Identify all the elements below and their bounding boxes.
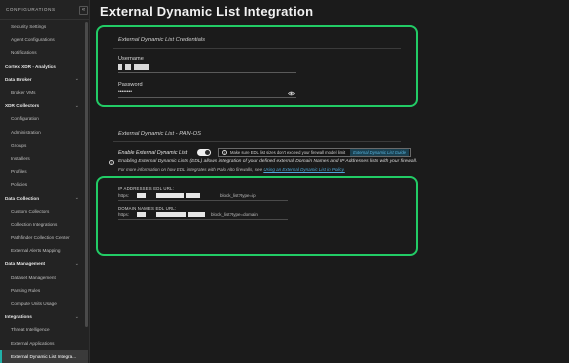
edl-policy-link[interactable]: Using an External Dynamic List in Policy… bbox=[263, 167, 344, 172]
sidebar-item-external-dynamic-list-integra[interactable]: External Dynamic List Integra... bbox=[0, 349, 88, 363]
sidebar-item-pathfinder-collection-center[interactable]: Pathfinder Collection Center bbox=[0, 231, 88, 244]
chevron-down-icon: ⌄ bbox=[74, 102, 79, 109]
main-content: External Dynamic List Integration Extern… bbox=[90, 0, 569, 363]
sidebar-item-label: XDR Collectors bbox=[5, 103, 40, 109]
toggle-knob bbox=[205, 150, 210, 155]
edl-size-tip: i Make sure EDL list sizes don't exceed … bbox=[218, 148, 411, 157]
sidebar-item-label: Installers bbox=[11, 155, 30, 161]
sidebar-item-external-applications[interactable]: External Applications bbox=[0, 337, 88, 350]
divider bbox=[113, 141, 401, 142]
sidebar-item-label: Cortex XDR - Analytics bbox=[5, 63, 56, 69]
sidebar-item-installers[interactable]: Installers bbox=[0, 152, 88, 165]
sidebar-item-label: Threat Intelligence bbox=[11, 327, 50, 333]
sidebar-item-label: External Dynamic List Integra... bbox=[11, 353, 77, 359]
sidebar-item-dataset-management[interactable]: Dataset Management bbox=[0, 271, 88, 284]
sidebar-item-custom-collectors[interactable]: Custom Collectors bbox=[0, 205, 88, 218]
sidebar-item-label: Collection Integrations bbox=[11, 221, 58, 227]
sidebar-item-parsing-rules[interactable]: Parsing Rules bbox=[0, 284, 88, 297]
edl-description: Enabling External Dynamic Lists (EDL) al… bbox=[118, 159, 418, 164]
sidebar-item-configuration[interactable]: Configuration bbox=[0, 112, 88, 125]
sidebar-item-administration[interactable]: Administration bbox=[0, 126, 88, 139]
sidebar-item-profiles[interactable]: Profiles bbox=[0, 165, 88, 178]
sidebar-item-threat-intelligence[interactable]: Threat Intelligence bbox=[0, 323, 88, 336]
sidebar-item-compute-units-usage[interactable]: Compute Units Usage bbox=[0, 297, 88, 310]
sidebar-item-label: Notifications bbox=[11, 50, 37, 56]
sidebar-item-label: Configuration bbox=[11, 116, 39, 122]
sidebar-item-label: External Alerts Mapping bbox=[11, 248, 61, 254]
edl-urls-highlight bbox=[96, 176, 418, 256]
sidebar-item-label: Data Management bbox=[5, 261, 46, 267]
sidebar-item-label: Security Settings bbox=[11, 24, 47, 30]
sidebar: CONFIGURATIONS « Security Settings Agent … bbox=[0, 0, 90, 363]
chevron-down-icon: ⌄ bbox=[74, 195, 79, 202]
enable-edl-label: Enable External Dynamic List bbox=[118, 150, 188, 156]
sidebar-section-integrations[interactable]: Integrations ⌄ bbox=[0, 310, 88, 323]
sidebar-item-label: Profiles bbox=[11, 169, 27, 175]
sidebar-item-notifications[interactable]: Notifications bbox=[0, 46, 88, 59]
sidebar-item-label: Administration bbox=[11, 129, 41, 135]
sidebar-item-label: External Applications bbox=[11, 340, 55, 346]
sidebar-nav: Security Settings Agent Configurations Not… bbox=[0, 20, 88, 363]
sidebar-item-label: Integrations bbox=[5, 314, 32, 320]
sidebar-item-collection-integrations[interactable]: Collection Integrations bbox=[0, 218, 88, 231]
sidebar-item-label: Policies bbox=[11, 182, 28, 188]
chevron-down-icon: ⌄ bbox=[74, 76, 79, 83]
info-icon: i bbox=[222, 150, 227, 155]
sidebar-item-label: Parsing Rules bbox=[11, 287, 41, 293]
credentials-highlight bbox=[96, 25, 418, 107]
chevron-down-icon: ⌄ bbox=[74, 260, 79, 267]
info-icon: i bbox=[109, 160, 114, 165]
sidebar-item-label: Custom Collectors bbox=[11, 208, 50, 214]
more-info-prefix: For more information on how EDL integrat… bbox=[118, 167, 263, 172]
sidebar-header: CONFIGURATIONS bbox=[0, 0, 89, 20]
sidebar-item-label: Broker VMs bbox=[11, 90, 36, 96]
sidebar-item-label: Data Broker bbox=[5, 76, 32, 82]
sidebar-item-groups[interactable]: Groups bbox=[0, 139, 88, 152]
collapse-sidebar-button[interactable]: « bbox=[79, 6, 88, 15]
sidebar-item-external-alerts-mapping[interactable]: External Alerts Mapping bbox=[0, 244, 88, 257]
edl-guide-link[interactable]: External Dynamic List Guide bbox=[350, 149, 409, 156]
sidebar-item-agent-configurations[interactable]: Agent Configurations bbox=[0, 33, 88, 46]
sidebar-section-data-management[interactable]: Data Management ⌄ bbox=[0, 257, 88, 270]
more-info-text: For more information on how EDL integrat… bbox=[118, 167, 345, 172]
sidebar-item-security-settings[interactable]: Security Settings bbox=[0, 20, 88, 33]
sidebar-item-policies[interactable]: Policies bbox=[0, 178, 88, 191]
sidebar-item-label: Data Collection bbox=[5, 195, 40, 201]
sidebar-header-title: CONFIGURATIONS bbox=[6, 7, 56, 12]
sidebar-item-label: Groups bbox=[11, 142, 27, 148]
sidebar-item-label: Pathfinder Collection Center bbox=[11, 235, 70, 241]
sidebar-item-label: Compute Units Usage bbox=[11, 301, 57, 307]
sidebar-item-broker-vms[interactable]: Broker VMs bbox=[0, 86, 88, 99]
sidebar-section-cortex-xdr-analytics[interactable]: Cortex XDR - Analytics bbox=[0, 60, 88, 73]
sidebar-section-data-broker[interactable]: Data Broker ⌄ bbox=[0, 73, 88, 86]
pan-os-section-title: External Dynamic List - PAN-OS bbox=[118, 131, 202, 137]
enable-edl-toggle[interactable] bbox=[197, 149, 211, 156]
sidebar-section-data-collection[interactable]: Data Collection ⌄ bbox=[0, 191, 88, 204]
page-title: External Dynamic List Integration bbox=[100, 4, 314, 19]
tip-text: Make sure EDL list sizes don't exceed yo… bbox=[230, 150, 346, 155]
sidebar-section-xdr-collectors[interactable]: XDR Collectors ⌄ bbox=[0, 99, 88, 112]
sidebar-scrollbar[interactable] bbox=[85, 22, 88, 327]
sidebar-item-label: Agent Configurations bbox=[11, 37, 55, 43]
chevron-down-icon: ⌄ bbox=[74, 313, 79, 320]
sidebar-item-label: Dataset Management bbox=[11, 274, 56, 280]
